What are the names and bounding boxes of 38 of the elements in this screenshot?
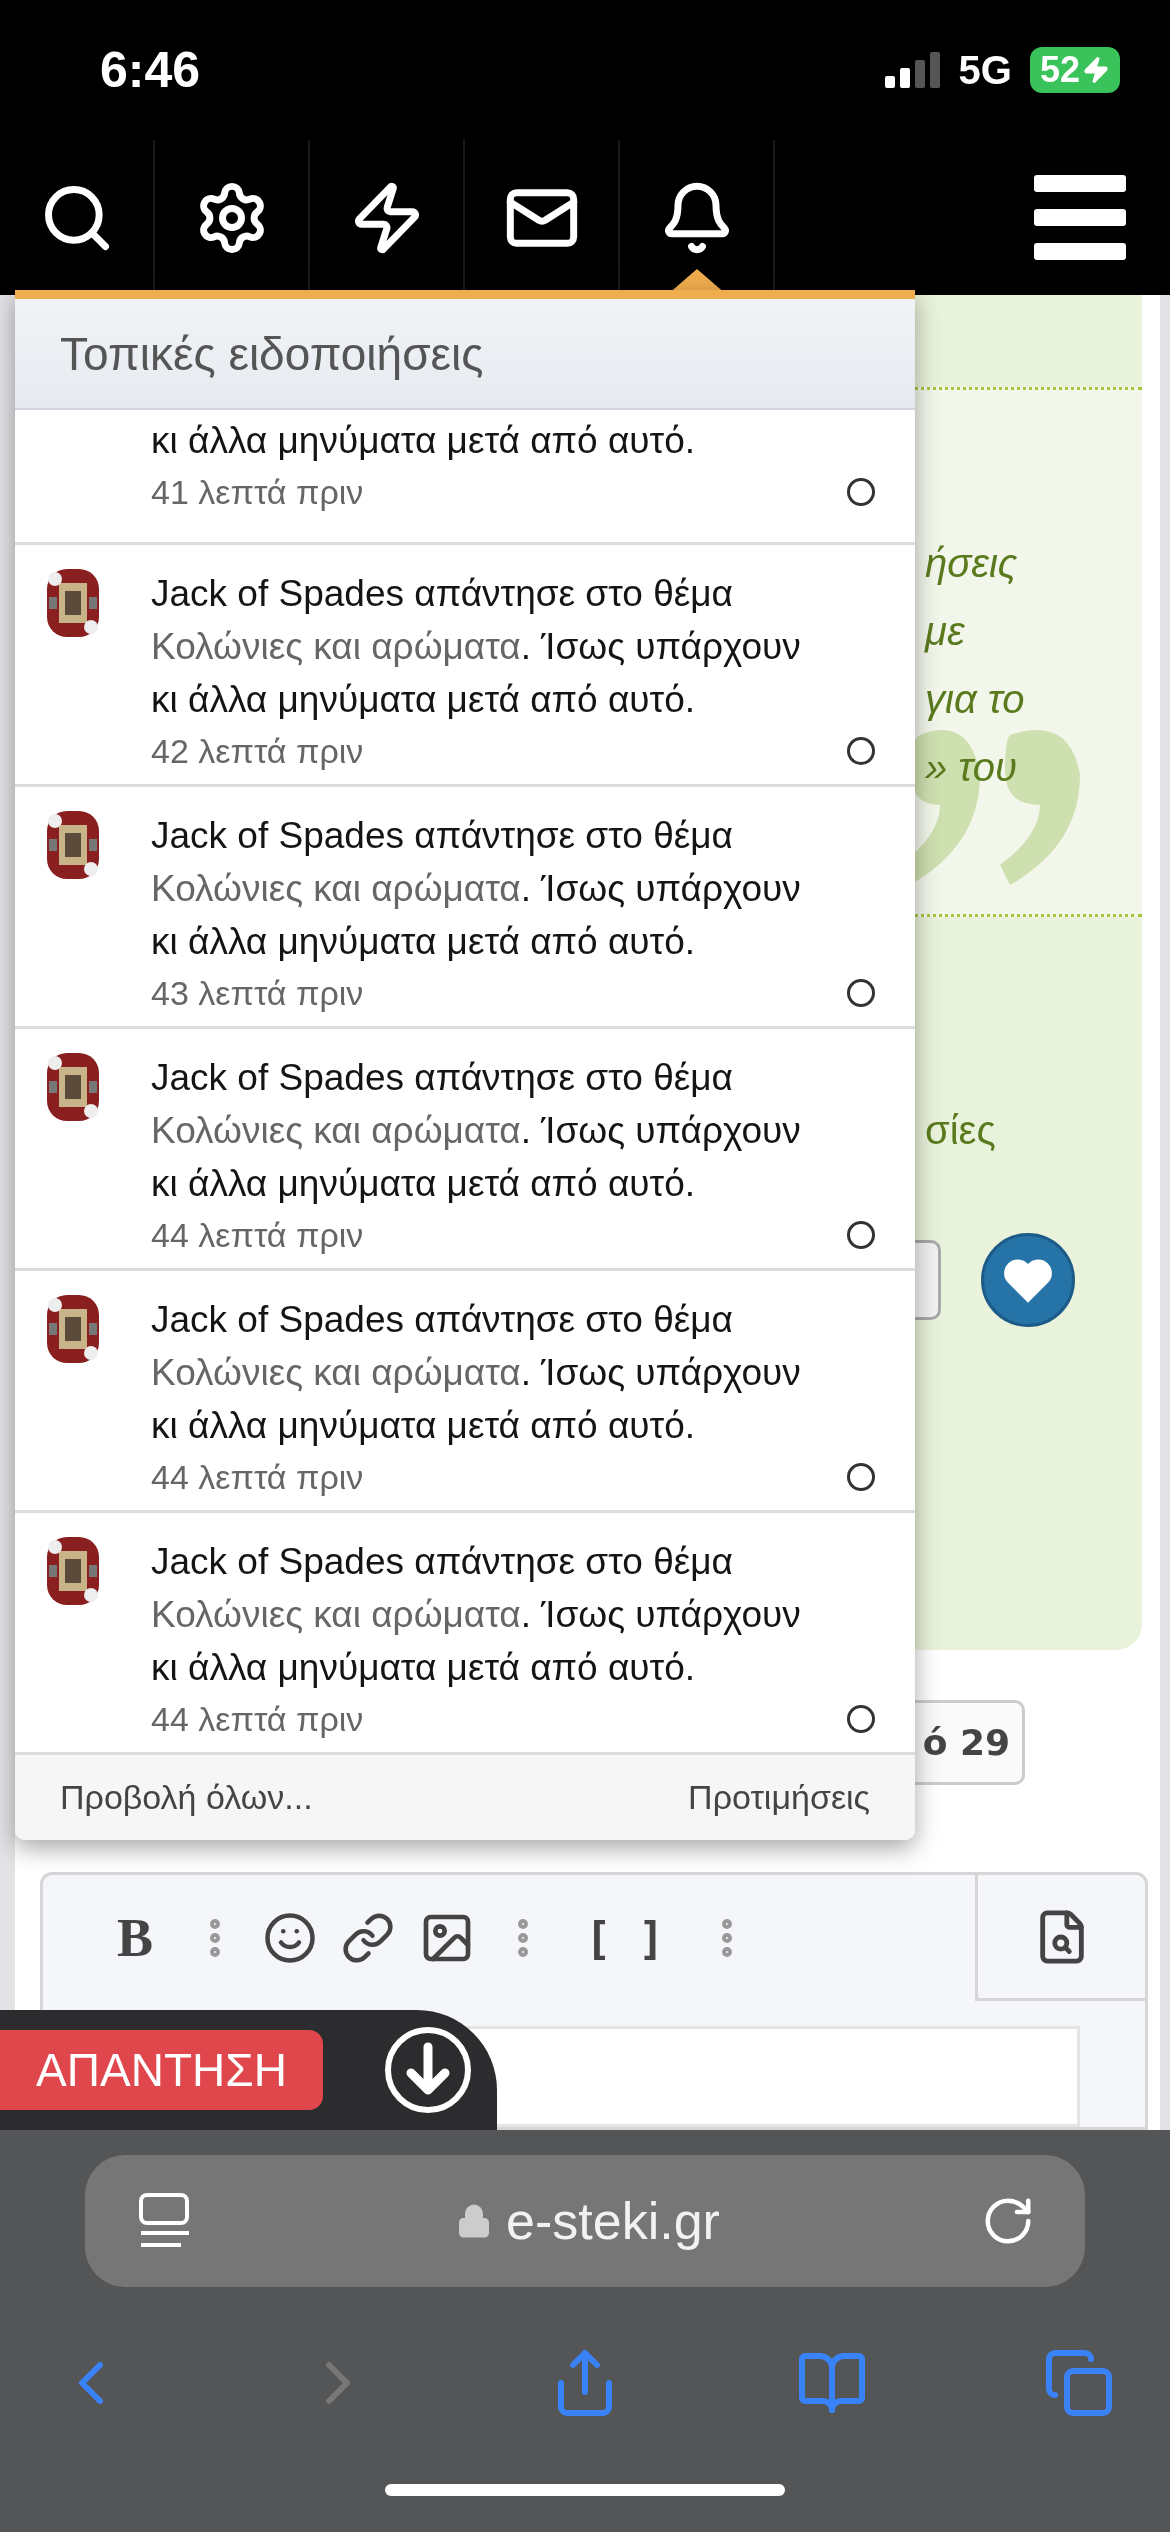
quote-text: » του bbox=[925, 744, 1018, 790]
network-label: 5G bbox=[958, 47, 1012, 93]
clock: 6:46 bbox=[100, 41, 201, 99]
notification-item[interactable]: Jack of Spades απάντησε στο θέμα Κολώνιες και αρώματα. Ίσως υπάρχουν κι άλλα μηνύματα μετά από αυτό. 43 λεπτά πριν bbox=[15, 787, 915, 1029]
notification-item[interactable]: κι άλλα μηνύματα μετά από αυτό. 41 λεπτά πριν bbox=[15, 410, 915, 545]
view-all-link[interactable]: Προβολή όλων... bbox=[60, 1778, 313, 1817]
quote-text: με bbox=[925, 608, 966, 654]
quote-text: για το bbox=[925, 676, 1026, 722]
topic-link[interactable]: Κολώνιες και αρώματα bbox=[151, 626, 521, 667]
battery-level: 52 bbox=[1029, 47, 1120, 93]
notification-text: Jack of Spades απάντησε στο θέμα Κολώνιες και αρώματα. Ίσως υπάρχουν κι άλλα μηνύματα μετά από αυτό. bbox=[151, 1056, 802, 1206]
url-text: e-steki.gr bbox=[506, 2191, 720, 2251]
topic-link[interactable]: Κολώνιες και αρώματα bbox=[151, 1352, 521, 1393]
topic-link[interactable]: Κολώνιες και αρώματα bbox=[151, 1110, 521, 1151]
topic-link[interactable]: Κολώνιες και αρώματα bbox=[151, 868, 521, 909]
post-text: σίες bbox=[925, 1107, 997, 1153]
notification-text: Jack of Spades απάντησε στο θέμα Κολώνιες και αρώματα. Ίσως υπάρχουν κι άλλα μηνύματα μετά από αυτό. bbox=[151, 572, 802, 722]
quote-text: ήσεις bbox=[925, 540, 1019, 586]
notification-time: 44 λεπτά πριν bbox=[151, 1457, 364, 1497]
reply-button[interactable]: ΑΠΑΝΤΗΣΗ bbox=[0, 2030, 323, 2110]
notification-text: Jack of Spades απάντησε στο θέμα Κολώνιες και αρώματα. Ίσως υπάρχουν κι άλλα μηνύματα μετά από αυτό. bbox=[151, 1540, 802, 1690]
preferences-link[interactable]: Προτιμήσεις bbox=[688, 1778, 870, 1817]
notification-item[interactable]: Jack of Spades απάντησε στο θέμα Κολώνιες και αρώματα. Ίσως υπάρχουν κι άλλα μηνύματα μετά από αυτό. 44 λεπτά πριν bbox=[15, 1271, 915, 1513]
popup-title: Τοπικές ειδοποιήσεις bbox=[60, 326, 484, 381]
notification-time: 42 λεπτά πριν bbox=[151, 731, 364, 771]
address-bar[interactable]: e-steki.gr bbox=[85, 2155, 1085, 2287]
notification-text: Jack of Spades απάντησε στο θέμα Κολώνιες και αρώματα. Ίσως υπάρχουν κι άλλα μηνύματα μετά από αυτό. bbox=[151, 1298, 802, 1448]
bold-button[interactable]: B bbox=[103, 1907, 168, 1969]
notification-item[interactable]: Jack of Spades απάντησε στο θέμα Κολώνιες και αρώματα. Ίσως υπάρχουν κι άλλα μηνύματα μετά από αυτό. 44 λεπτά πριν bbox=[15, 1029, 915, 1271]
notification-item[interactable]: Jack of Spades απάντησε στο θέμα Κολώνιες και αρώματα. Ίσως υπάρχουν κι άλλα μηνύματα μετά από αυτό. 42 λεπτά πριν bbox=[15, 545, 915, 787]
notification-time: 44 λεπτά πριν bbox=[151, 1215, 364, 1255]
notification-time: 41 λεπτά πριν bbox=[151, 472, 364, 512]
notification-time: 44 λεπτά πριν bbox=[151, 1699, 364, 1739]
code-button[interactable]: [ ] bbox=[571, 1912, 679, 1964]
topic-link[interactable]: Κολώνιες και αρώματα bbox=[151, 1594, 521, 1635]
notification-time: 43 λεπτά πριν bbox=[151, 973, 364, 1013]
notification-text: Jack of Spades απάντησε στο θέμα Κολώνιες και αρώματα. Ίσως υπάρχουν κι άλλα μηνύματα μετά από αυτό. bbox=[151, 814, 802, 964]
notification-text: κι άλλα μηνύματα μετά από αυτό. bbox=[151, 419, 697, 463]
